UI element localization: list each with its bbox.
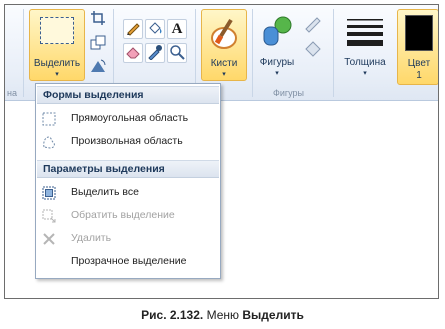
chevron-down-icon: ▾	[55, 71, 59, 78]
magnifier-icon[interactable]	[167, 43, 187, 63]
ribbon-separator	[23, 9, 24, 97]
caption-number: Рис. 2.132.	[141, 308, 204, 322]
color1-sub-label: 1	[416, 70, 422, 81]
menu-item-label: Выделить все	[71, 186, 139, 198]
group-caption-partial: на	[7, 88, 17, 98]
menu-item-transparent-selection[interactable]: Прозрачное выделение	[37, 251, 219, 273]
invert-selection-icon	[42, 209, 56, 223]
delete-icon	[43, 233, 55, 245]
brushes-button[interactable]: Кисти ▾	[201, 9, 247, 81]
fill-icon[interactable]	[303, 37, 327, 57]
brush-icon	[211, 18, 237, 49]
shapes-button[interactable]: Фигуры ▾	[257, 9, 297, 81]
brushes-button-label: Кисти	[210, 58, 238, 69]
thickness-button-label: Толщина	[344, 57, 386, 68]
menu-section-header: Формы выделения	[37, 86, 219, 104]
menu-item-invert-selection[interactable]: Обратить выделение	[37, 205, 219, 227]
shapes-icon	[263, 16, 292, 46]
menu-item-label: Обратить выделение	[71, 209, 175, 221]
select-all-icon	[42, 186, 56, 200]
select-dropdown-menu: Формы выделения Прямоугольная область Пр…	[35, 83, 221, 279]
menu-item-label: Прямоугольная область	[71, 112, 189, 124]
ribbon-separator	[252, 9, 253, 97]
drawing-canvas[interactable]	[221, 101, 438, 298]
text-tool-icon[interactable]: A	[167, 19, 187, 39]
figure-caption: Рис. 2.132. Меню Выделить	[0, 308, 445, 322]
fill-bucket-icon[interactable]	[145, 19, 165, 39]
select-button[interactable]: Выделить ▾	[29, 9, 85, 81]
menu-item-delete[interactable]: Удалить	[37, 228, 219, 250]
caption-text: Меню	[203, 308, 243, 322]
rotate-icon[interactable]	[89, 58, 107, 76]
menu-item-label: Прозрачное выделение	[71, 255, 187, 267]
ribbon-separator	[333, 9, 334, 97]
chevron-down-icon: ▾	[363, 70, 367, 77]
paint-window: на Выделить ▾ A Кисти ▾ Фигуры ▾ Фигуры …	[4, 4, 439, 299]
chevron-down-icon: ▾	[275, 70, 279, 77]
thickness-button[interactable]: Толщина ▾	[339, 9, 391, 81]
menu-item-label: Удалить	[71, 232, 112, 244]
menu-item-select-all[interactable]: Выделить все	[37, 182, 219, 204]
color1-button[interactable]: Цвет 1	[397, 9, 438, 85]
menu-item-label: Произвольная область	[71, 135, 183, 147]
crop-icon[interactable]	[89, 10, 107, 28]
thickness-icon	[347, 19, 383, 46]
color-picker-icon[interactable]	[145, 43, 165, 63]
group-caption-shapes: Фигуры	[273, 88, 305, 98]
chevron-down-icon: ▾	[222, 71, 226, 78]
outline-icon[interactable]	[303, 13, 327, 33]
eraser-icon[interactable]	[123, 43, 143, 63]
rect-select-icon	[42, 112, 56, 126]
freeform-select-icon	[43, 136, 55, 149]
menu-item-rectangular-selection[interactable]: Прямоугольная область	[37, 108, 219, 130]
selection-icon	[40, 17, 74, 44]
select-button-label: Выделить	[33, 58, 81, 69]
color1-swatch	[405, 15, 433, 51]
color1-label: Цвет	[407, 58, 431, 69]
resize-icon[interactable]	[89, 35, 107, 53]
pencil-icon[interactable]	[123, 19, 143, 39]
menu-item-freeform-selection[interactable]: Произвольная область	[37, 131, 219, 153]
caption-menu-name: Выделить	[242, 308, 304, 322]
shapes-button-label: Фигуры	[259, 57, 295, 68]
menu-section-header: Параметры выделения	[37, 160, 219, 178]
